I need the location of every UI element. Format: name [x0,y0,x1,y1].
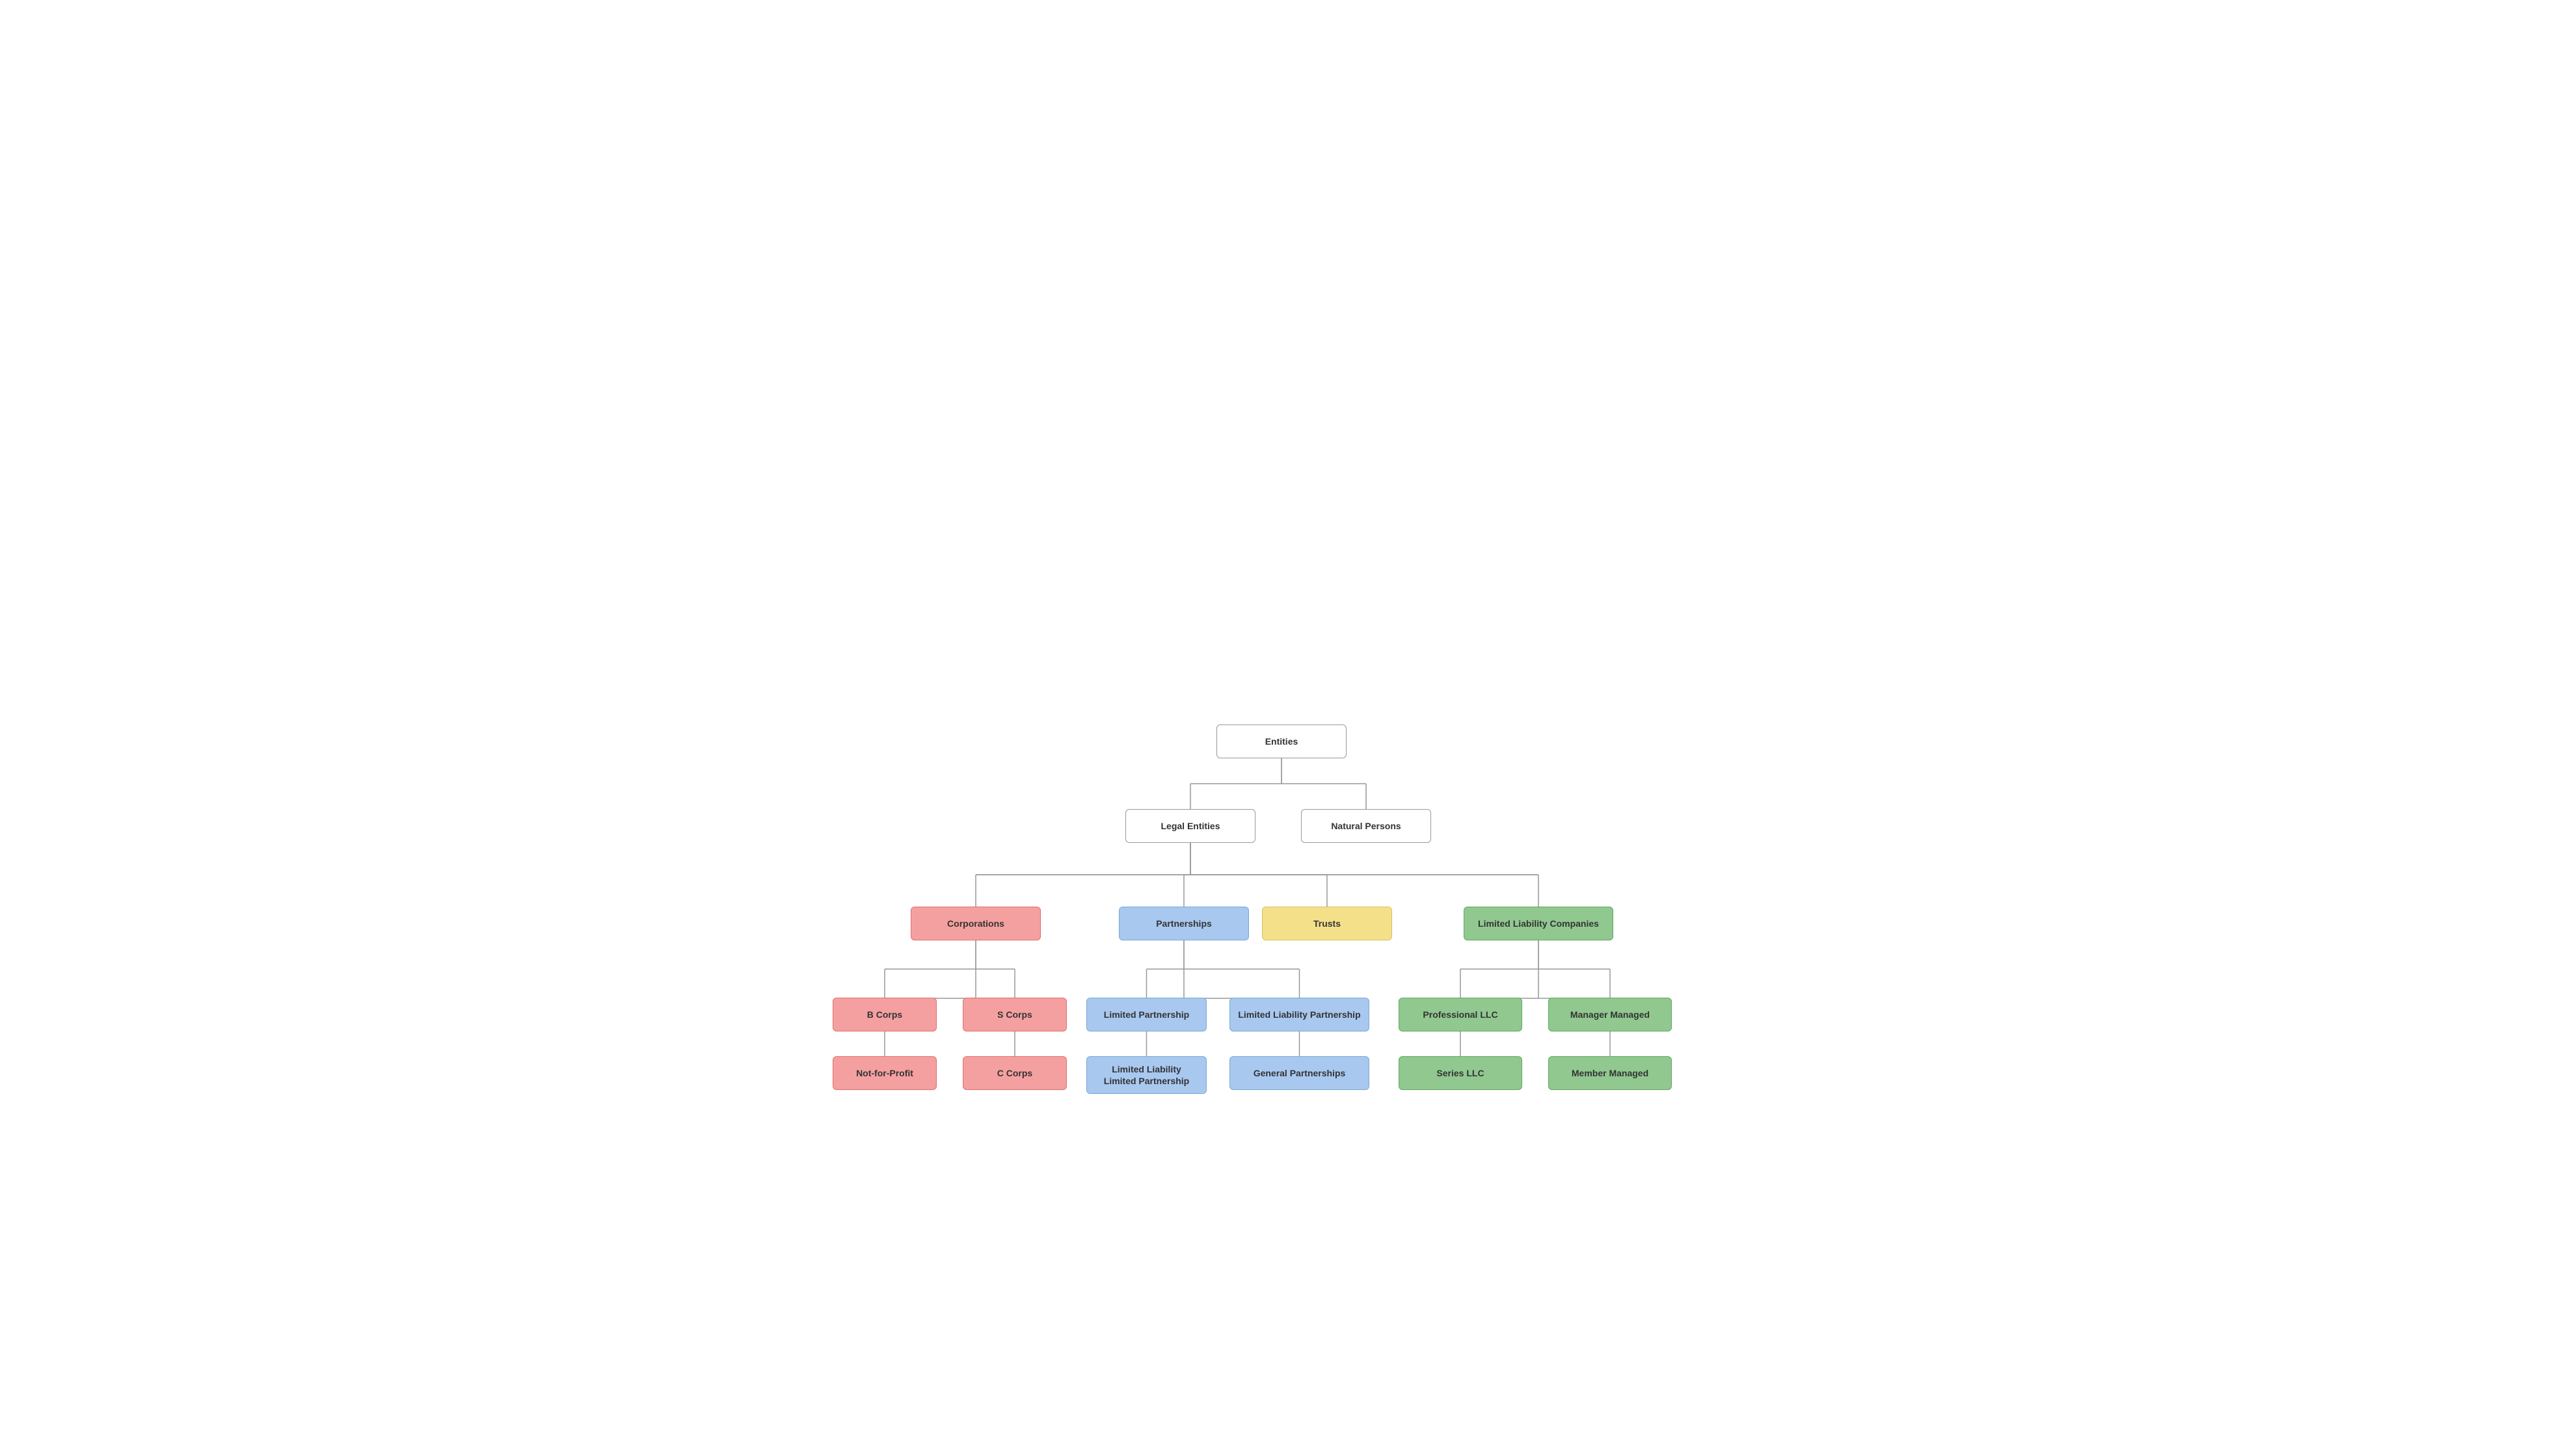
not-for-profit-node: Not-for-Profit [833,1056,937,1090]
manager-managed-node: Manager Managed [1548,998,1672,1031]
professional-llc-node: Professional LLC [1399,998,1522,1031]
lllp-node: Limited Liability Limited Partnership [1086,1056,1207,1094]
partnerships-node: Partnerships [1119,907,1249,940]
b-corps-node: B Corps [833,998,937,1031]
s-corps-node: S Corps [963,998,1067,1031]
legal-entities-node: Legal Entities [1125,809,1255,843]
limited-partnership-node: Limited Partnership [1086,998,1207,1031]
general-partnerships-node: General Partnerships [1229,1056,1369,1090]
trusts-node: Trusts [1262,907,1392,940]
diagram: Entities Legal Entities Natural Persons … [833,685,1743,764]
member-managed-node: Member Managed [1548,1056,1672,1090]
llc-node: Limited Liability Companies [1464,907,1613,940]
natural-persons-node: Natural Persons [1301,809,1431,843]
entities-node: Entities [1216,724,1347,758]
corporations-node: Corporations [911,907,1041,940]
c-corps-node: C Corps [963,1056,1067,1090]
llp-node: Limited Liability Partnership [1229,998,1369,1031]
series-llc-node: Series LLC [1399,1056,1522,1090]
